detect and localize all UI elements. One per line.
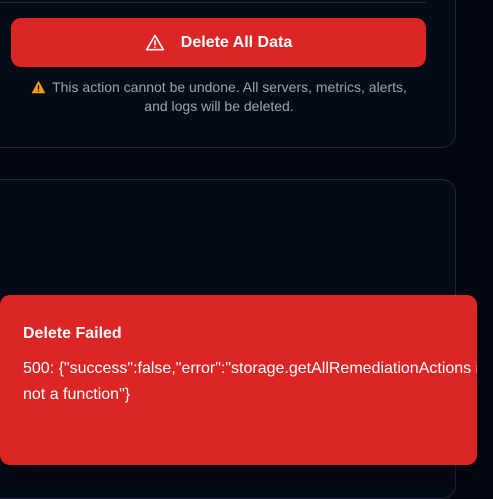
- section-divider: [0, 2, 426, 3]
- error-toast[interactable]: Delete Failed 500: {"success":false,"err…: [0, 295, 477, 465]
- delete-warning: This action cannot be undone. All server…: [24, 78, 414, 116]
- delete-button-label: Delete All Data: [180, 33, 293, 51]
- warning-triangle-icon: [145, 33, 165, 53]
- toast-title: Delete Failed: [23, 325, 122, 342]
- delete-warning-text: This action cannot be undone. All server…: [52, 79, 407, 114]
- toast-message: 500: {"success":false,"error":"storage.g…: [23, 360, 477, 403]
- delete-all-data-button[interactable]: Delete All Data: [11, 18, 426, 67]
- warning-triangle-icon: [31, 80, 46, 94]
